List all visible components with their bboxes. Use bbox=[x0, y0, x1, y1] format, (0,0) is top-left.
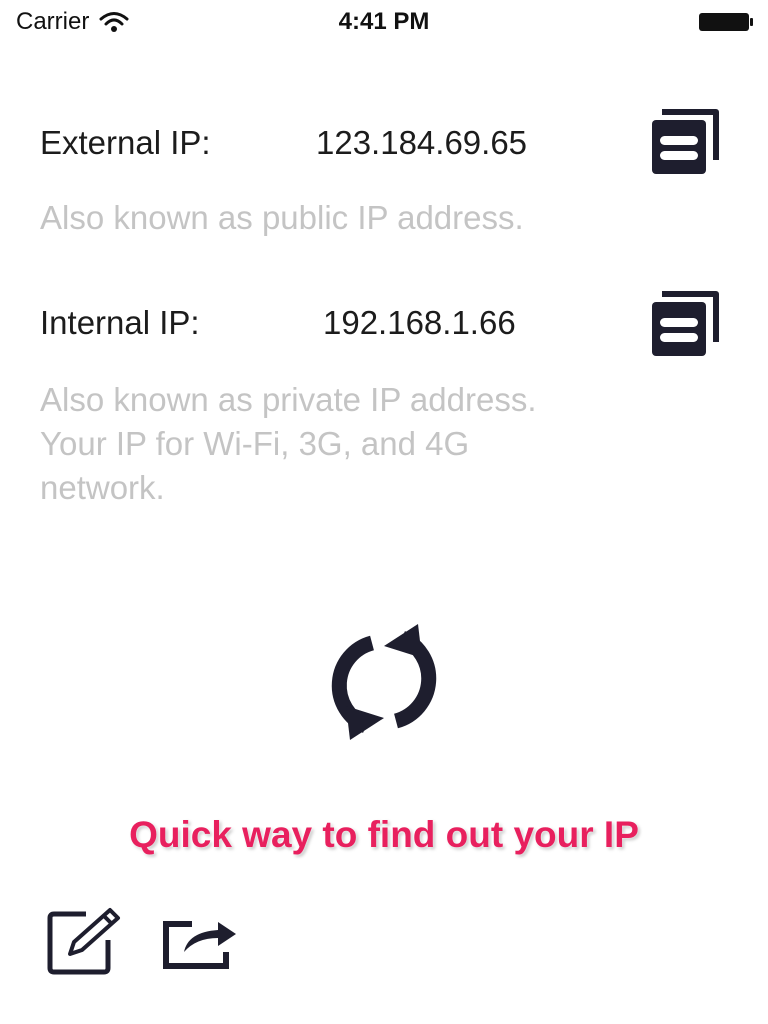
tagline: Quick way to find out your IP bbox=[129, 814, 639, 855]
internal-ip-description: Also known as private IP address. Your I… bbox=[40, 378, 720, 510]
copy-icon[interactable] bbox=[650, 106, 722, 176]
external-ip-description: Also known as public IP address. bbox=[40, 199, 524, 236]
share-icon[interactable] bbox=[162, 910, 240, 970]
external-ip-row: External IP: 123.184.69.65 bbox=[40, 106, 730, 176]
external-ip-label: External IP: bbox=[40, 124, 211, 161]
internal-ip-value: 192.168.1.66 bbox=[323, 304, 516, 341]
status-time: 4:41 PM bbox=[338, 8, 430, 35]
copy-icon[interactable] bbox=[650, 288, 722, 358]
external-ip-value: 123.184.69.65 bbox=[316, 124, 528, 161]
internal-ip-label: Internal IP: bbox=[40, 304, 200, 341]
internal-ip-description-line: Your IP for Wi-Fi, 3G, and 4G bbox=[40, 425, 470, 462]
internal-ip-description-line: network. bbox=[40, 469, 165, 506]
battery-icon bbox=[699, 13, 753, 31]
status-bar: Carrier 4:41 PM bbox=[0, 0, 768, 44]
internal-ip-description-line: Also known as private IP address. bbox=[40, 381, 537, 418]
internal-ip-row: Internal IP: 192.168.1.66 bbox=[40, 288, 730, 358]
refresh-icon[interactable] bbox=[318, 620, 450, 744]
edit-icon[interactable] bbox=[46, 906, 124, 976]
